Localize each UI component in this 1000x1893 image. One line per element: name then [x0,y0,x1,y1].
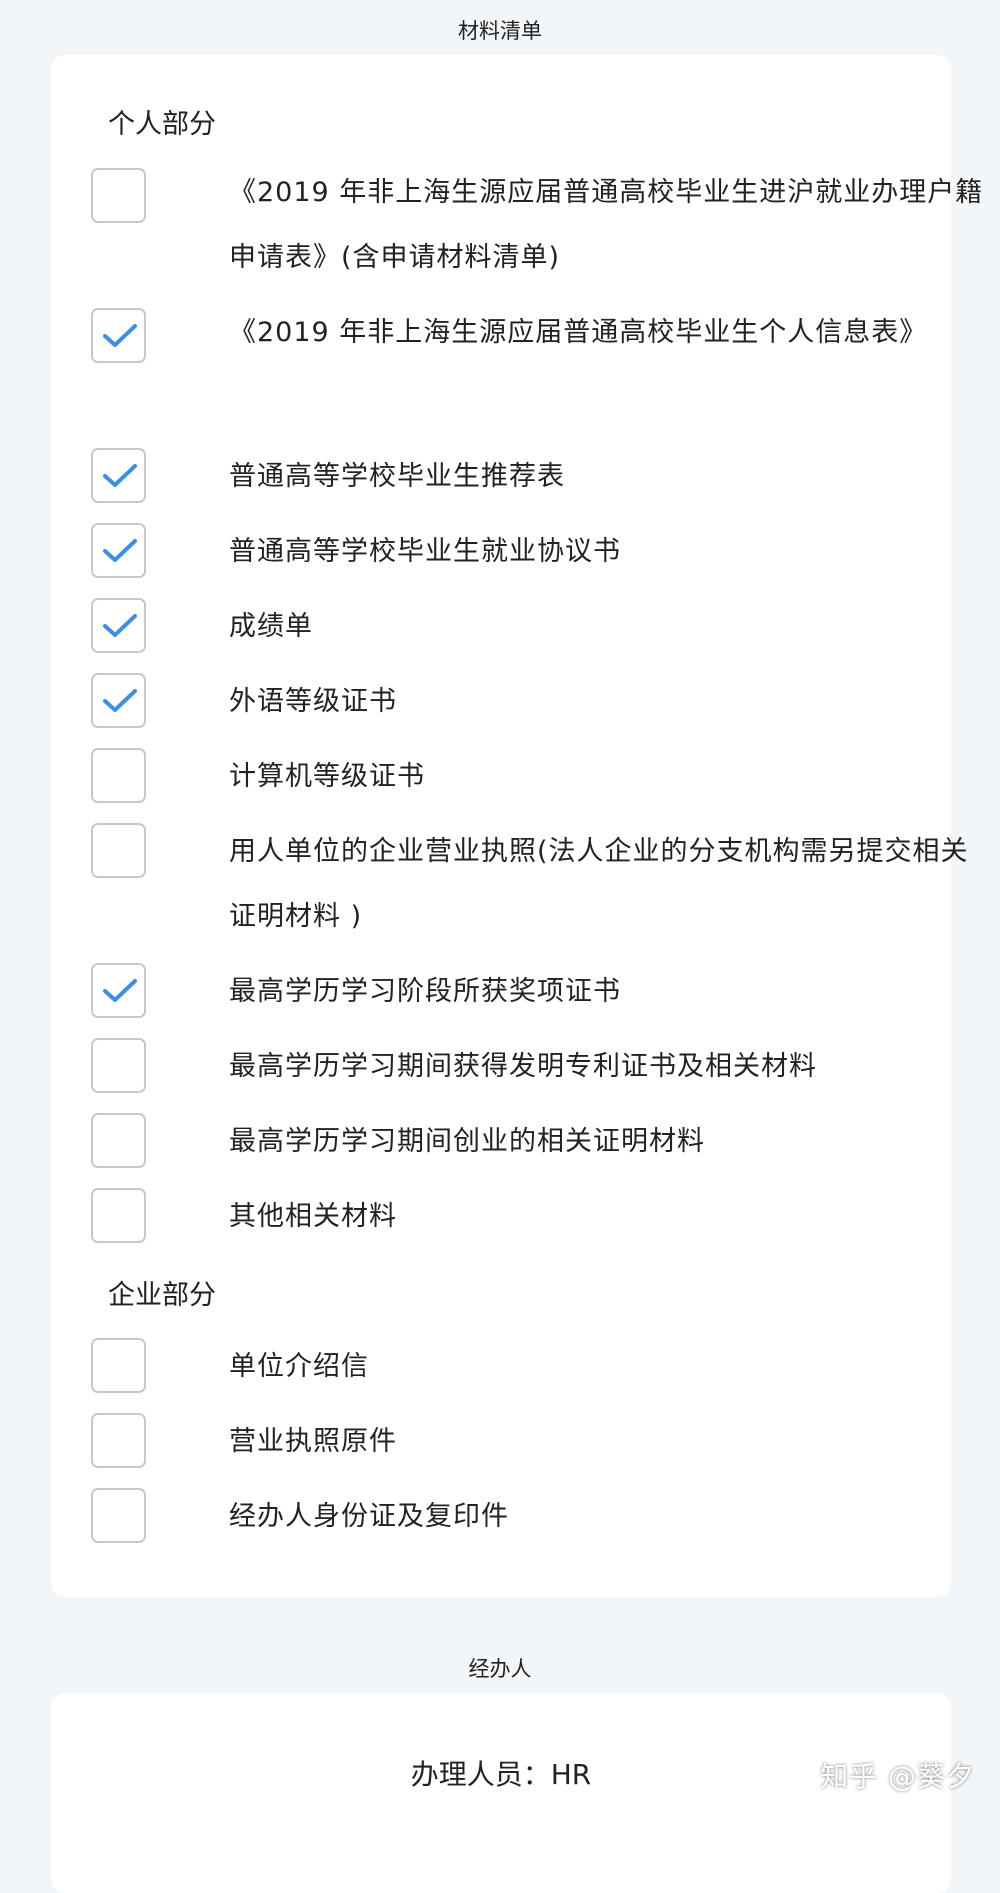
personal-section-heading: 个人部分 [108,109,216,140]
checkbox[interactable] [91,308,146,363]
handler-label: 办理人员： [410,1758,551,1791]
item-label: 成绩单 [229,611,313,642]
checkmark-icon [103,979,137,1002]
checkbox[interactable] [91,1038,146,1093]
item-label: 营业执照原件 [229,1426,397,1457]
handler-section-title: 经办人 [468,1657,532,1681]
item-label: 其他相关材料 [229,1201,397,1232]
item-label: 经办人身份证及复印件 [229,1501,509,1532]
checkbox[interactable] [91,673,146,728]
checkmark-icon [103,614,137,637]
checkbox[interactable] [91,748,146,803]
checkbox[interactable] [91,1188,146,1243]
materials-card: 个人部分 《2019 年非上海生源应届普通高校毕业生进沪就业办理户籍申请表》(含… [51,55,982,1597]
item-label: 最高学历学习阶段所获奖项证书 [229,976,621,1007]
item-label: 单位介绍信 [229,1351,369,1382]
page-title: 材料清单 [458,19,542,43]
checkbox[interactable] [91,1338,146,1393]
handler-card: 办理人员：HR [51,1693,951,1893]
enterprise-section-heading: 企业部分 [108,1280,216,1311]
item-label: 用人单位的企业营业执照(法人企业的分支机构需另提交相关证明材料 ) [229,836,969,932]
checkbox[interactable] [91,598,146,653]
checkbox[interactable] [91,448,146,503]
checkmark-icon [103,464,137,487]
checkbox[interactable] [91,1488,146,1543]
checkbox[interactable] [91,523,146,578]
checkmark-icon [103,539,137,562]
item-label: 外语等级证书 [229,686,397,717]
handler-value: HR [550,1758,592,1791]
item-label: 《2019 年非上海生源应届普通高校毕业生个人信息表》 [229,317,928,348]
item-label: 普通高等学校毕业生就业协议书 [229,536,621,567]
checkmark-icon [103,324,137,347]
handler-row: 办理人员：HR [51,1753,951,1793]
item-label: 计算机等级证书 [229,761,425,792]
watermark: 知乎 @葵夕 [820,1760,975,1793]
checkbox[interactable] [91,168,146,223]
checkbox[interactable] [91,823,146,878]
item-label: 《2019 年非上海生源应届普通高校毕业生进沪就业办理户籍申请表》(含申请材料清… [229,177,984,273]
item-label: 普通高等学校毕业生推荐表 [229,461,565,492]
item-label: 最高学历学习期间获得发明专利证书及相关材料 [229,1051,817,1082]
checkbox[interactable] [91,1113,146,1168]
item-label: 最高学历学习期间创业的相关证明材料 [229,1126,705,1157]
checkbox[interactable] [91,963,146,1018]
checkbox[interactable] [91,1413,146,1468]
checkmark-icon [103,689,137,712]
